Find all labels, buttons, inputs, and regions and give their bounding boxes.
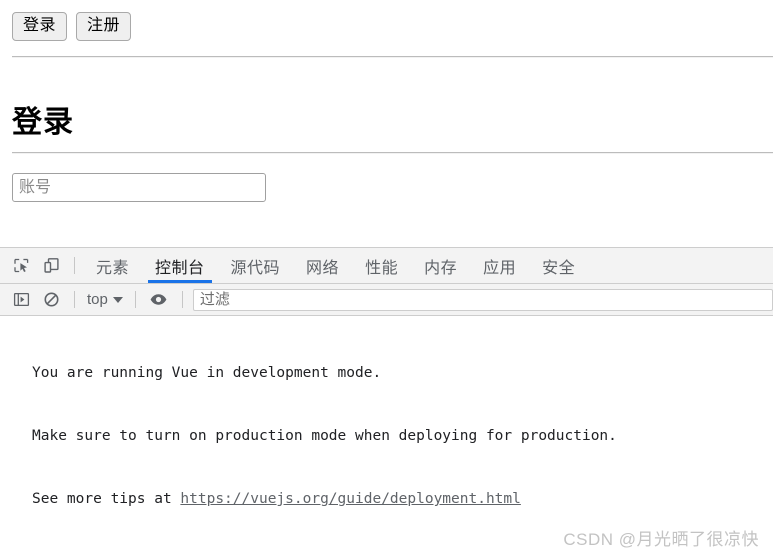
tab-elements[interactable]: 元素 (83, 248, 142, 283)
device-toolbar-icon[interactable] (36, 251, 66, 281)
tab-network[interactable]: 网络 (293, 248, 352, 283)
devtools-tabbar: 元素 控制台 源代码 网络 性能 内存 应用 安全 (0, 248, 773, 284)
tab-memory[interactable]: 内存 (411, 248, 470, 283)
inspect-element-icon[interactable] (6, 251, 36, 281)
console-sidebar-toggle-icon[interactable] (6, 285, 36, 315)
warning-line-1: You are running Vue in development mode. (32, 365, 382, 381)
account-input[interactable] (12, 173, 266, 202)
tab-application[interactable]: 应用 (470, 248, 529, 283)
toolbar-divider (74, 257, 75, 274)
tab-sources[interactable]: 源代码 (218, 248, 294, 283)
app-root: 登录 注册 登录 账号 元素 控制台 源代码 网络 性能 内存 应用 安全 to… (0, 0, 773, 558)
warning-line-2: Make sure to turn on production mode whe… (32, 428, 617, 444)
page-title: 登录 (12, 106, 74, 140)
console-message-vue-dev-warning: You are running Vue in development mode.… (0, 316, 773, 557)
console-toolbar: top (0, 284, 773, 316)
console-toolbar-divider-1 (74, 291, 75, 308)
console-message-list[interactable]: You are running Vue in development mode.… (0, 316, 773, 557)
console-context-label: top (87, 291, 108, 308)
register-nav-button[interactable]: 注册 (76, 12, 132, 41)
clear-console-icon[interactable] (36, 285, 66, 315)
login-nav-button[interactable]: 登录 (12, 12, 68, 41)
console-filter-input[interactable] (192, 288, 773, 311)
warning-line-3: See more tips at https://vuejs.org/guide… (32, 489, 773, 510)
devtools-tab-list: 元素 控制台 源代码 网络 性能 内存 应用 安全 (83, 248, 773, 283)
console-toolbar-divider-3 (181, 291, 183, 308)
tab-security[interactable]: 安全 (529, 248, 588, 283)
warning-line-3-text: See more tips at (32, 491, 181, 507)
divider-top (12, 56, 773, 58)
web-page-viewport: 登录 注册 登录 (0, 0, 773, 247)
console-context-selector[interactable]: top (83, 291, 127, 308)
tab-performance[interactable]: 性能 (352, 248, 411, 283)
nav-button-group: 登录 注册 (12, 12, 132, 41)
chevron-down-icon (112, 296, 123, 303)
vue-deployment-docs-link[interactable]: https://vuejs.org/guide/deployment.html (180, 491, 520, 507)
devtools-panel: 元素 控制台 源代码 网络 性能 内存 应用 安全 top 过滤 You are… (0, 247, 773, 558)
tab-console[interactable]: 控制台 (142, 248, 218, 283)
divider-below-title (12, 152, 773, 154)
live-expression-eye-icon[interactable] (144, 285, 174, 315)
console-toolbar-divider-2 (134, 291, 136, 308)
